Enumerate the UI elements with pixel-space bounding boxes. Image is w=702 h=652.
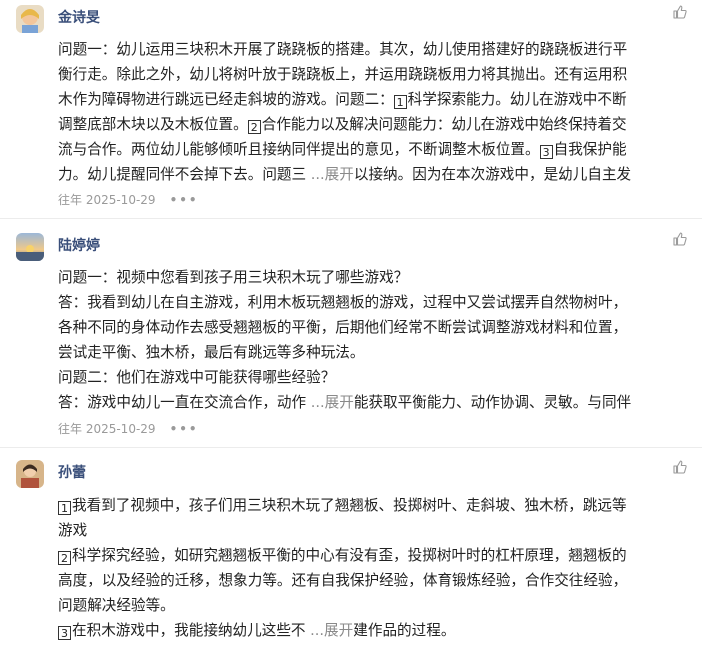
expand-link[interactable]: ...展开: [311, 394, 354, 411]
thumbs-up-icon[interactable]: [672, 231, 688, 247]
comment-line: 答：游戏中幼儿一直在交流合作，动作: [58, 394, 311, 411]
comment-line: 力。幼儿提醒同伴不会掉下去。问题三: [58, 166, 311, 183]
comment-line: 建作品的过程。: [353, 622, 456, 639]
comment-line: 问题解决经验等。: [58, 597, 175, 614]
comment-line: 问题一：幼儿运用三块积木开展了跷跷板的搭建。其次，幼儿使用搭建好的跷跷板进行平: [58, 41, 628, 58]
avatar[interactable]: [16, 460, 44, 488]
expand-link[interactable]: ...展开: [311, 166, 354, 183]
comment-line: 科学探索能力。幼儿在游戏中不断: [407, 91, 627, 108]
comment-text: 1 我看到了视频中，孩子们用三块积木玩了翘翘板、投掷树叶、走斜坡、独木桥，跳远等 …: [58, 493, 676, 643]
thumbs-up-icon[interactable]: [672, 459, 688, 475]
number-badge: 1: [393, 95, 407, 109]
comment-line: 以接纳。因为在本次游戏中，是幼儿自主发: [353, 166, 632, 183]
divider: [0, 447, 702, 448]
comment-line: 合作能力以及解决问题能力：幼儿在游戏中始终保持着交: [261, 116, 627, 133]
comment-line: 高度，以及经验的迁移，想象力等。还有自我保护经验，体育锻炼经验，合作交往经验，: [58, 572, 628, 589]
comment-line: 能获取平衡能力、动作协调、灵敏。与同伴: [353, 394, 632, 411]
commenter-name[interactable]: 陆婷婷: [58, 235, 100, 255]
comment-line: 衡行走。除此之外，幼儿将树叶放于跷跷板上，并运用跷跷板用力将其抛出。还有运用积: [58, 66, 628, 83]
divider: [0, 218, 702, 219]
avatar[interactable]: [16, 233, 44, 261]
comment-line: 在积木游戏中，我能接纳幼儿这些不: [72, 622, 311, 639]
more-dots-icon[interactable]: •••: [170, 422, 199, 436]
comment-line: 游戏: [58, 522, 88, 539]
comment-line: 自我保护能: [553, 141, 627, 158]
comment-line: 科学探究经验，如研究翘翘板平衡的中心有没有歪，投掷树叶时的杠杆原理，翘翘板的: [72, 547, 627, 564]
number-badge: 1: [58, 501, 71, 515]
number-badge: 2: [58, 551, 71, 565]
avatar[interactable]: [16, 5, 44, 33]
comment-line: 各种不同的身体动作去感受翘翘板的平衡，后期他们经常不断尝试调整游戏材料和位置，: [58, 319, 628, 336]
comment-date: 往年 2025-10-29: [58, 422, 156, 436]
expand-link[interactable]: ...展开: [310, 622, 353, 639]
more-dots-icon[interactable]: •••: [170, 193, 199, 207]
comment-line: 木作为障碍物进行跳远已经走斜坡的游戏。问题二：: [58, 91, 394, 108]
comment-line: 我看到了视频中，孩子们用三块积木玩了翘翘板、投掷树叶、走斜坡、独木桥，跳远等: [72, 497, 627, 514]
thumbs-up-icon[interactable]: [672, 4, 688, 20]
number-badge: 3: [58, 626, 71, 640]
commenter-name[interactable]: 金诗旻: [58, 7, 100, 27]
commenter-name[interactable]: 孙蕾: [58, 462, 86, 482]
number-badge: 3: [539, 145, 553, 159]
comment-text: 问题一：视频中您看到孩子用三块积木玩了哪些游戏？ 答：我看到幼儿在自主游戏，利用…: [58, 265, 676, 415]
comment-meta: 往年 2025-10-29 •••: [58, 420, 199, 437]
number-badge: 2: [247, 120, 261, 134]
comment-line: 答：我看到幼儿在自主游戏，利用木板玩翘翘板的游戏，过程中又尝试摆弄自然物树叶，: [58, 294, 628, 311]
comment-line: 尝试走平衡、独木桥，最后有跳远等多种玩法。: [58, 344, 365, 361]
comment-date: 往年 2025-10-29: [58, 193, 156, 207]
comment-line: 调整底部木块以及木板位置。: [58, 116, 248, 133]
comment-meta: 往年 2025-10-29 •••: [58, 191, 199, 208]
comment-line: 问题二：他们在游戏中可能获得哪些经验？: [58, 369, 336, 386]
comment-line: 流与合作。两位幼儿能够倾听且接纳同伴提出的意见，不断调整木板位置。: [58, 141, 540, 158]
comment-line: 问题一：视频中您看到孩子用三块积木玩了哪些游戏？: [58, 269, 409, 286]
comment-text: 问题一：幼儿运用三块积木开展了跷跷板的搭建。其次，幼儿使用搭建好的跷跷板进行平 …: [58, 37, 676, 187]
